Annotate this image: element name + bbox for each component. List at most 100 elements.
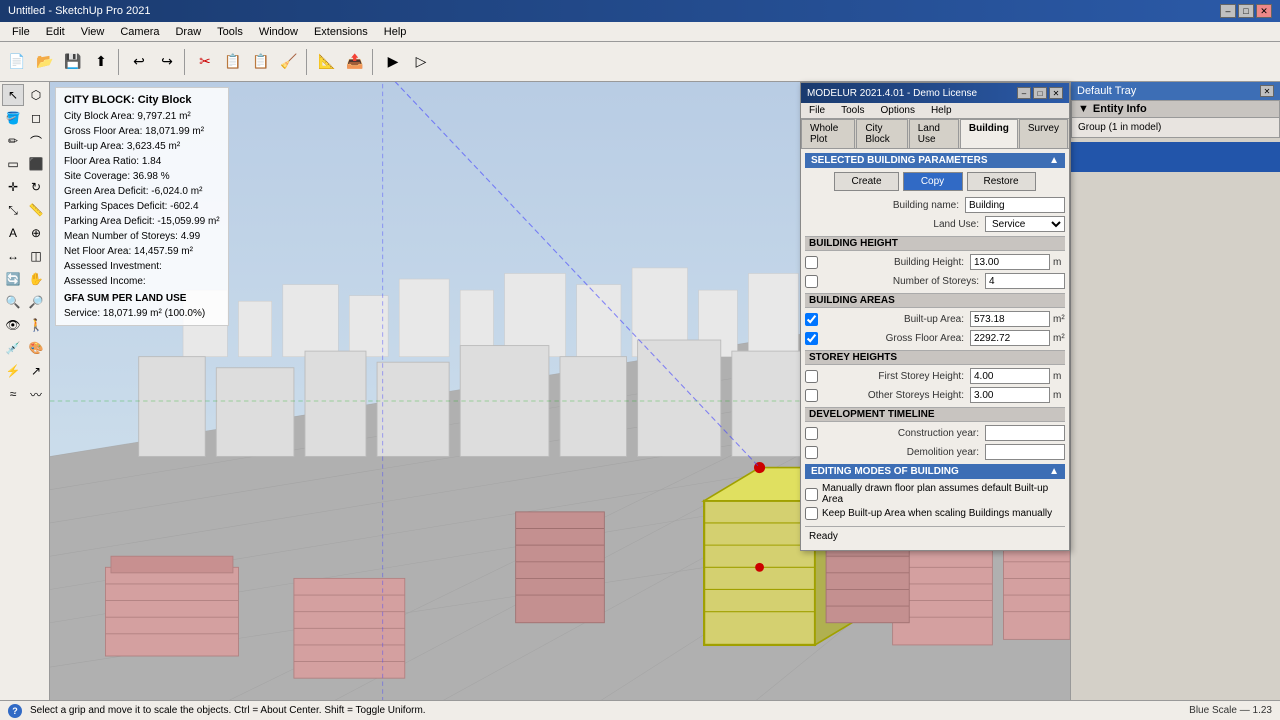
tool-move[interactable]: ✛ bbox=[2, 176, 24, 198]
tool-pencil[interactable]: ✏ bbox=[2, 130, 24, 152]
entity-info-header[interactable]: ▼ Entity Info bbox=[1072, 101, 1279, 118]
tool-interact[interactable]: ⚡ bbox=[2, 360, 24, 382]
entity-info-title: Entity Info bbox=[1093, 103, 1147, 115]
tool-scale[interactable]: ⤡ bbox=[2, 199, 24, 221]
tab-whole-plot[interactable]: Whole Plot bbox=[801, 119, 855, 148]
num-storeys-checkbox[interactable] bbox=[805, 275, 818, 288]
tool-select[interactable]: ↖ bbox=[2, 84, 24, 106]
demolition-year-checkbox[interactable] bbox=[805, 446, 818, 459]
gfa-checkbox[interactable] bbox=[805, 332, 818, 345]
num-storeys-input[interactable] bbox=[985, 273, 1065, 289]
tool-rotate[interactable]: ↻ bbox=[25, 176, 47, 198]
modelur-menu-options[interactable]: Options bbox=[872, 103, 922, 118]
tool-color[interactable]: 🎨 bbox=[25, 337, 47, 359]
maximize-button[interactable]: □ bbox=[1238, 4, 1254, 18]
tool-shapes[interactable]: ▭ bbox=[2, 153, 24, 175]
first-storey-input[interactable] bbox=[970, 368, 1050, 384]
tab-survey[interactable]: Survey bbox=[1019, 119, 1068, 148]
tool-orbit[interactable]: 🔄 bbox=[2, 268, 24, 290]
tray-close-button[interactable]: ✕ bbox=[1260, 85, 1274, 97]
tool-open[interactable]: 📂 bbox=[32, 49, 58, 75]
num-storeys-label: Number of Storeys: bbox=[822, 276, 985, 287]
menu-window[interactable]: Window bbox=[251, 24, 306, 40]
menu-file[interactable]: File bbox=[4, 24, 38, 40]
tool-component[interactable]: ⬡ bbox=[25, 84, 47, 106]
building-height-input[interactable] bbox=[970, 254, 1050, 270]
create-button[interactable]: Create bbox=[834, 172, 898, 191]
tool-cut[interactable]: ✂ bbox=[192, 49, 218, 75]
modelur-menu-tools[interactable]: Tools bbox=[833, 103, 872, 118]
construction-year-input[interactable] bbox=[985, 425, 1065, 441]
demolition-year-input[interactable] bbox=[985, 444, 1065, 460]
tool-sandbox[interactable]: ≈ bbox=[2, 383, 24, 405]
copy-button[interactable]: Copy bbox=[903, 172, 963, 191]
minimize-button[interactable]: – bbox=[1220, 4, 1236, 18]
tool-copy[interactable]: 📋 bbox=[220, 49, 246, 75]
menu-extensions[interactable]: Extensions bbox=[306, 24, 376, 40]
modelur-minimize-button[interactable]: – bbox=[1017, 87, 1031, 99]
tool-erase[interactable]: 🧹 bbox=[276, 49, 302, 75]
tool-text[interactable]: A bbox=[2, 222, 24, 244]
tool-section[interactable]: ◫ bbox=[25, 245, 47, 267]
modelur-restore-button[interactable]: □ bbox=[1033, 87, 1047, 99]
menu-help[interactable]: Help bbox=[376, 24, 415, 40]
tool-axes[interactable]: ⊕ bbox=[25, 222, 47, 244]
tool-export[interactable]: 📤 bbox=[342, 49, 368, 75]
tool-paint[interactable]: 🪣 bbox=[2, 107, 24, 129]
tool-save[interactable]: 💾 bbox=[60, 49, 86, 75]
left-tool-row-4: ▭ ⬛ bbox=[2, 153, 47, 175]
tool-dropper[interactable]: 💉 bbox=[2, 337, 24, 359]
edit-check-1[interactable] bbox=[805, 488, 818, 501]
info-line-6: Green Area Deficit: -6,024.0 m² bbox=[64, 184, 220, 199]
land-use-select[interactable]: Service Residential Commercial Industria… bbox=[985, 216, 1065, 232]
modelur-menu-help[interactable]: Help bbox=[923, 103, 960, 118]
tool-zoom[interactable]: 🔍 bbox=[2, 291, 24, 313]
other-storeys-input[interactable] bbox=[970, 387, 1050, 403]
menu-bar: File Edit View Camera Draw Tools Window … bbox=[0, 22, 1280, 42]
tool-pan[interactable]: ✋ bbox=[25, 268, 47, 290]
menu-draw[interactable]: Draw bbox=[167, 24, 209, 40]
tool-walkaround[interactable]: 🚶 bbox=[25, 314, 47, 336]
tool-upload[interactable]: ⬆ bbox=[88, 49, 114, 75]
construction-year-checkbox[interactable] bbox=[805, 427, 818, 440]
menu-edit[interactable]: Edit bbox=[38, 24, 73, 40]
gfa-input[interactable] bbox=[970, 330, 1050, 346]
first-storey-checkbox[interactable] bbox=[805, 370, 818, 383]
tool-tape[interactable]: 📏 bbox=[25, 199, 47, 221]
tool-zoom-ext[interactable]: 🔎 bbox=[25, 291, 47, 313]
tool-new[interactable]: 📄 bbox=[4, 49, 30, 75]
tool-redo[interactable]: ↪ bbox=[154, 49, 180, 75]
modelur-menu-file[interactable]: File bbox=[801, 103, 833, 118]
main-toolbar: 📄 📂 💾 ⬆ ↩ ↪ ✂ 📋 📋 🧹 📐 📤 ▶ ▷ bbox=[0, 42, 1280, 82]
tool-measure[interactable]: 📐 bbox=[314, 49, 340, 75]
tab-building[interactable]: Building bbox=[960, 119, 1018, 148]
tool-more[interactable]: ▷ bbox=[408, 49, 434, 75]
tab-land-use[interactable]: Land Use bbox=[909, 119, 959, 148]
tool-dims[interactable]: ↔ bbox=[2, 245, 24, 267]
tool-paste[interactable]: 📋 bbox=[248, 49, 274, 75]
menu-camera[interactable]: Camera bbox=[112, 24, 167, 40]
close-button[interactable]: ✕ bbox=[1256, 4, 1272, 18]
edit-check-2[interactable] bbox=[805, 507, 818, 520]
restore-button[interactable]: Restore bbox=[967, 172, 1036, 191]
building-name-input[interactable] bbox=[965, 197, 1065, 213]
building-height-checkbox[interactable] bbox=[805, 256, 818, 269]
tool-push[interactable]: ⬛ bbox=[25, 153, 47, 175]
tool-smooth[interactable]: 〰 bbox=[25, 383, 47, 405]
menu-tools[interactable]: Tools bbox=[209, 24, 251, 40]
built-up-area-input[interactable] bbox=[970, 311, 1050, 327]
tool-arc[interactable]: ⌒ bbox=[25, 130, 47, 152]
tool-undo[interactable]: ↩ bbox=[126, 49, 152, 75]
help-icon[interactable]: ? bbox=[8, 704, 22, 718]
modelur-close-button[interactable]: ✕ bbox=[1049, 87, 1063, 99]
other-storeys-checkbox[interactable] bbox=[805, 389, 818, 402]
built-up-area-checkbox[interactable] bbox=[805, 313, 818, 326]
tool-walk[interactable]: ▶ bbox=[380, 49, 406, 75]
tool-eraser[interactable]: ◻ bbox=[25, 107, 47, 129]
tool-follow[interactable]: ↗ bbox=[25, 360, 47, 382]
tool-lookaround[interactable]: 👁 bbox=[2, 314, 24, 336]
construction-year-row: Construction year: bbox=[805, 425, 1065, 441]
menu-view[interactable]: View bbox=[73, 24, 113, 40]
demolition-year-row: Demolition year: bbox=[805, 444, 1065, 460]
tab-city-block[interactable]: City Block bbox=[856, 119, 907, 148]
